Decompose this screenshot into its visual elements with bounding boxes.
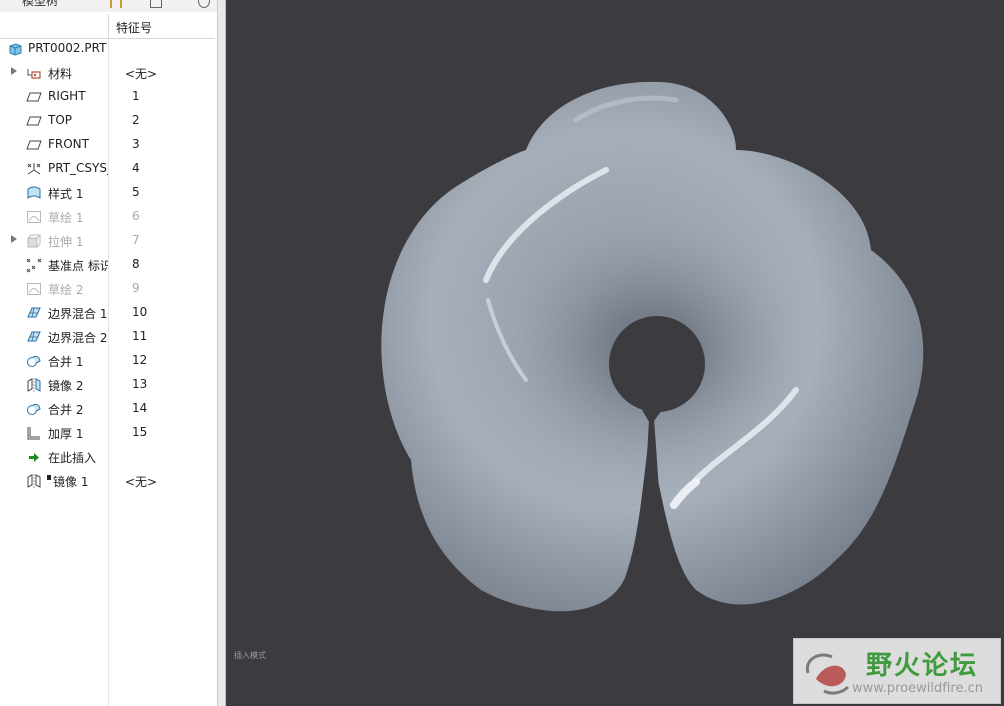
- tree-item-label: 草绘 2: [48, 283, 84, 297]
- feature-number: 11: [132, 329, 148, 343]
- tree-item-top[interactable]: TOP 2: [0, 109, 215, 133]
- tree-item-thicken-1[interactable]: 加厚 1 15: [0, 421, 215, 445]
- model-tree-toolbar: 模型树: [0, 0, 217, 12]
- tree-item-extrude-1[interactable]: 拉伸 1 7: [0, 229, 215, 253]
- feature-number-column-header[interactable]: 特征号: [116, 19, 152, 36]
- datum-plane-icon: [26, 116, 42, 126]
- mode-indicator: 插入模式: [234, 651, 266, 660]
- feature-number: 5: [132, 185, 140, 199]
- datum-point-icon: [26, 258, 42, 273]
- feature-number: 12: [132, 353, 148, 367]
- show-icon[interactable]: [150, 0, 162, 8]
- feature-number: 8: [132, 257, 140, 271]
- sketch-icon: [27, 283, 41, 295]
- feature-number: <无>: [125, 475, 158, 489]
- tree-item-label: 合并 2: [48, 403, 84, 417]
- merge-icon: [27, 356, 41, 367]
- graphics-viewport[interactable]: 插入模式 野火论坛 www.proewildfire.cn: [226, 0, 1004, 706]
- model-tree-title: 模型树: [22, 0, 59, 8]
- datum-plane-icon: [26, 140, 42, 150]
- tree-item-sketch-1[interactable]: 草绘 1 6: [0, 205, 215, 229]
- sketch-icon: [27, 211, 41, 223]
- tree-item-right[interactable]: RIGHT 1: [0, 85, 215, 109]
- feature-number: 2: [132, 113, 140, 127]
- mirror-icon: [27, 474, 41, 488]
- 3d-model-surface[interactable]: [226, 0, 1004, 706]
- feature-number: 15: [132, 425, 148, 439]
- model-tree-panel: 模型树 特征号 PRT0002.PRT 材料 <无> RIGHT 1 TOP 2…: [0, 0, 218, 706]
- tree-item-part[interactable]: PRT0002.PRT: [0, 37, 215, 61]
- tree-item-style-1[interactable]: 样式 1 5: [0, 181, 215, 205]
- forum-logo-icon: [805, 653, 850, 695]
- tree-item-front[interactable]: FRONT 3: [0, 133, 215, 157]
- tree-item-csys[interactable]: PRT_CSYS_ 4: [0, 157, 215, 181]
- tree-item-label: RIGHT: [48, 89, 86, 103]
- feature-number: 3: [132, 137, 140, 151]
- tree-item-label: 基准点 标识: [48, 259, 108, 273]
- insert-here-icon: [29, 453, 39, 462]
- mirror-icon: [27, 378, 41, 392]
- tree-item-merge-2[interactable]: 合并 2 14: [0, 397, 215, 421]
- tree-item-label: 镜像 2: [48, 379, 84, 393]
- filter-icon[interactable]: [198, 0, 210, 8]
- watermark-logo: 野火论坛 www.proewildfire.cn: [793, 638, 1001, 704]
- tree-item-material[interactable]: 材料 <无>: [0, 61, 215, 85]
- expand-arrow-icon[interactable]: [11, 235, 17, 243]
- tree-item-sketch-2[interactable]: 草绘 2 9: [0, 277, 215, 301]
- tree-item-label: PRT_CSYS_: [48, 161, 108, 175]
- boundary-blend-icon: [27, 307, 41, 318]
- tree-item-label: PRT0002.PRT: [28, 41, 107, 55]
- boundary-blend-icon: [27, 331, 41, 342]
- thicken-icon: [27, 427, 40, 440]
- csys-icon: [27, 163, 41, 175]
- tree-item-label: 拉伸 1: [48, 235, 84, 249]
- watermark-title: 野火论坛: [866, 651, 979, 681]
- feature-number: 6: [132, 209, 140, 223]
- tree-column-header: 特征号: [0, 14, 215, 39]
- tree-item-boundary-blend-1[interactable]: 边界混合 1 10: [0, 301, 215, 325]
- feature-number: 13: [132, 377, 148, 391]
- tree-item-label: 合并 1: [48, 355, 84, 369]
- tree-item-insert-here[interactable]: 在此插入: [0, 445, 215, 469]
- feature-number: 14: [132, 401, 148, 415]
- tree-item-mirror-1[interactable]: 镜像 1 <无>: [0, 469, 215, 493]
- tree-item-label: 材料: [48, 67, 73, 81]
- column-divider[interactable]: [108, 14, 109, 38]
- tree-item-label: 边界混合 1: [48, 307, 108, 321]
- tree-item-label: 样式 1: [48, 187, 84, 201]
- feature-number: 4: [132, 161, 140, 175]
- extrude-icon: [27, 234, 41, 248]
- feature-number: <无>: [125, 67, 158, 81]
- style-icon: [27, 186, 41, 199]
- datum-plane-icon: [26, 92, 42, 102]
- tree-item-mirror-2[interactable]: 镜像 2 13: [0, 373, 215, 397]
- tree-item-label: FRONT: [48, 137, 89, 151]
- feature-number: 10: [132, 305, 148, 319]
- panel-splitter[interactable]: [218, 0, 226, 706]
- tree-item-label: 在此插入: [48, 451, 97, 465]
- tree-item-label: 加厚 1: [48, 427, 84, 441]
- settings-icon[interactable]: [110, 0, 122, 8]
- center-hole: [609, 316, 705, 412]
- tree-item-boundary-blend-2[interactable]: 边界混合 2 11: [0, 325, 215, 349]
- watermark-url: www.proewildfire.cn: [852, 681, 983, 696]
- feature-number: 9: [132, 281, 140, 295]
- feature-number: 1: [132, 89, 140, 103]
- part-icon: [9, 43, 22, 56]
- tree-item-label: 边界混合 2: [48, 331, 108, 345]
- tree-item-datum-point[interactable]: 基准点 标识 8: [0, 253, 215, 277]
- feature-number: 7: [132, 233, 140, 247]
- tree-item-label: 镜像 1: [53, 475, 89, 489]
- material-icon: [27, 69, 41, 79]
- merge-icon: [27, 404, 41, 415]
- insert-marker-icon: [47, 475, 51, 480]
- expand-arrow-icon[interactable]: [11, 67, 17, 75]
- tree-item-label: 草绘 1: [48, 211, 84, 225]
- tree-item-label: TOP: [48, 113, 73, 127]
- tree-item-merge-1[interactable]: 合并 1 12: [0, 349, 215, 373]
